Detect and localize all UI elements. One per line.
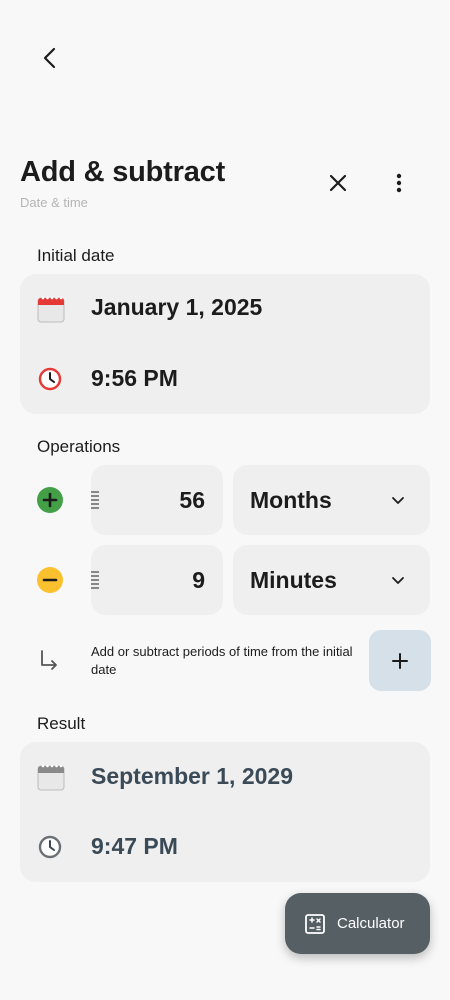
operation-1-unit-dropdown[interactable]: Months — [233, 465, 430, 535]
initial-date-label: Initial date — [37, 246, 115, 265]
initial-date-card: January 1, 2025 9:56 PM — [20, 274, 430, 414]
back-button[interactable] — [26, 34, 74, 82]
operation-1-unit: Months — [250, 487, 332, 513]
result-date-value: September 1, 2029 — [91, 763, 294, 789]
minus-circle-icon — [37, 567, 63, 593]
drag-handle-icon — [91, 491, 99, 509]
more-vert-icon — [396, 173, 402, 193]
calculator-fab[interactable]: Calculator — [285, 893, 430, 954]
add-operation-button[interactable] — [369, 630, 431, 691]
page-subtitle: Date & time — [20, 195, 88, 210]
initial-time-row[interactable]: 9:56 PM — [20, 344, 430, 414]
subdirectory-arrow-icon — [41, 650, 57, 670]
chevron-down-icon — [392, 497, 404, 504]
result-time-row: 9:47 PM — [20, 812, 430, 882]
operation-1-sign-button[interactable] — [37, 487, 63, 518]
operation-2-unit-dropdown[interactable]: Minutes — [233, 545, 430, 615]
result-label: Result — [37, 714, 86, 733]
operation-2-value-field[interactable]: 9 — [91, 545, 223, 615]
more-options-button[interactable] — [377, 161, 421, 205]
calculator-icon — [305, 913, 325, 934]
result-date-row: September 1, 2029 — [20, 742, 430, 812]
close-icon — [329, 174, 347, 192]
plus-circle-icon — [37, 487, 63, 513]
calendar-icon — [37, 764, 65, 791]
operation-2-value: 9 — [192, 567, 205, 593]
clock-icon — [38, 367, 62, 391]
initial-date-row[interactable]: January 1, 2025 — [20, 274, 430, 344]
chevron-down-icon — [392, 577, 404, 584]
plus-icon — [392, 652, 408, 669]
clock-icon — [38, 835, 62, 859]
operations-hint: Add or subtract periods of time from the… — [91, 644, 353, 677]
result-card: September 1, 2029 9:47 PM — [20, 742, 430, 882]
operation-1-value: 56 — [179, 487, 205, 513]
operation-2-unit: Minutes — [250, 567, 337, 593]
initial-time-value: 9:56 PM — [91, 365, 178, 391]
page-title: Add & subtract — [20, 156, 226, 188]
initial-date-value: January 1, 2025 — [91, 294, 263, 320]
calendar-icon — [37, 296, 65, 323]
operations-label: Operations — [37, 437, 121, 456]
close-button[interactable] — [316, 161, 360, 205]
arrow-left-icon — [43, 47, 56, 69]
result-time-value: 9:47 PM — [91, 833, 178, 859]
operation-2-sign-button[interactable] — [37, 567, 63, 598]
calculator-fab-label: Calculator — [337, 915, 405, 932]
operation-1-value-field[interactable]: 56 — [91, 465, 223, 535]
drag-handle-icon — [91, 571, 99, 589]
